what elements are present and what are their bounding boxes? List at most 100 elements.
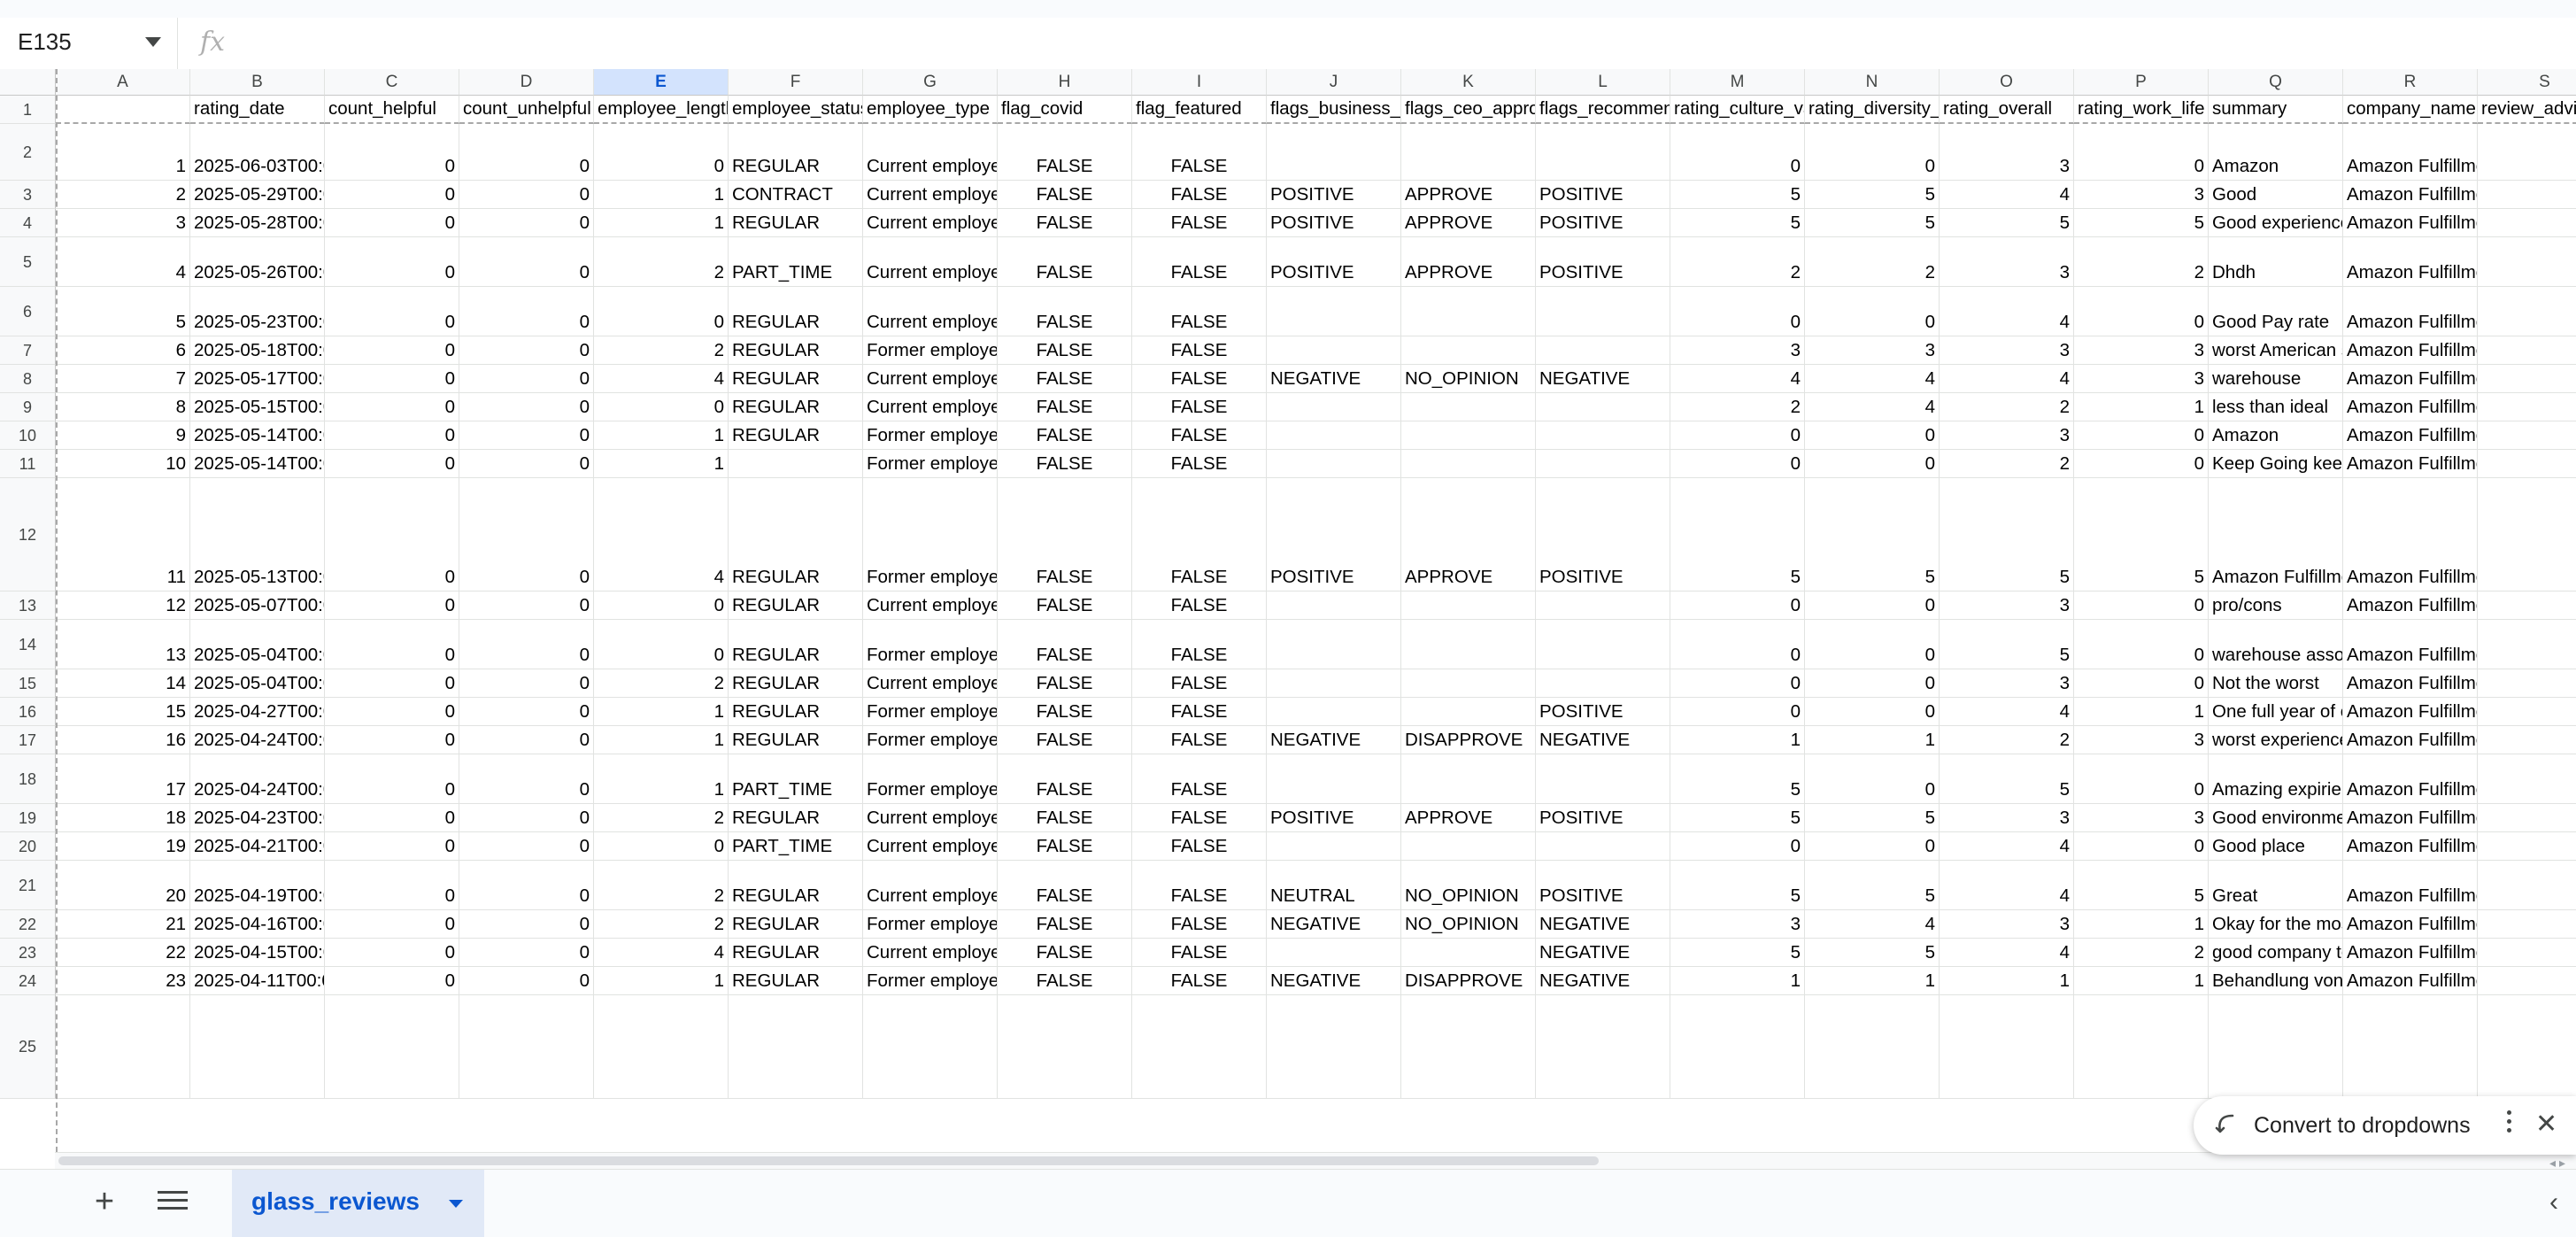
data-cell[interactable]: 4 xyxy=(1940,698,2074,726)
data-cell[interactable]: NEGATIVE xyxy=(1536,967,1670,995)
data-cell[interactable]: 2025-04-16T00:00 xyxy=(190,910,325,939)
data-cell[interactable]: 2025-05-18T00:00 xyxy=(190,336,325,365)
data-cell[interactable]: Amazon Fulfillment Center xyxy=(2343,591,2478,620)
data-cell[interactable]: 5 xyxy=(1805,861,1940,910)
data-cell[interactable]: FALSE xyxy=(1132,832,1267,861)
data-cell[interactable]: 0 xyxy=(1670,620,1805,669)
data-cell[interactable]: 0 xyxy=(594,591,729,620)
data-cell[interactable]: FALSE xyxy=(1132,910,1267,939)
data-cell[interactable] xyxy=(1536,336,1670,365)
data-cell[interactable]: 0 xyxy=(1805,287,1940,336)
data-cell[interactable] xyxy=(1401,124,1536,181)
data-cell[interactable]: Amazon Fulfillment Center xyxy=(2343,287,2478,336)
data-cell[interactable]: FALSE xyxy=(998,124,1132,181)
data-cell[interactable]: 2025-04-19T00:00 xyxy=(190,861,325,910)
data-cell[interactable]: FALSE xyxy=(998,478,1132,591)
data-cell[interactable]: 5 xyxy=(1805,209,1940,237)
data-cell[interactable]: FALSE xyxy=(1132,698,1267,726)
data-cell[interactable]: CONTRACT xyxy=(729,181,863,209)
data-cell[interactable] xyxy=(1267,754,1401,804)
data-cell[interactable]: FALSE xyxy=(998,591,1132,620)
data-cell[interactable]: 6 xyxy=(56,336,190,365)
data-cell[interactable]: warehouse xyxy=(2209,365,2343,393)
data-cell[interactable]: 0 xyxy=(594,287,729,336)
data-cell[interactable]: 17 xyxy=(56,754,190,804)
data-cell[interactable]: 2025-06-03T00:00 xyxy=(190,124,325,181)
data-cell[interactable]: 2 xyxy=(1670,237,1805,287)
select-all-corner[interactable] xyxy=(0,69,56,96)
data-cell[interactable]: REGULAR xyxy=(729,421,863,450)
data-cell[interactable]: 0 xyxy=(325,478,459,591)
row-header-5[interactable]: 5 xyxy=(0,237,56,287)
data-cell[interactable]: 19 xyxy=(56,832,190,861)
row-header-17[interactable]: 17 xyxy=(0,726,56,754)
data-cell[interactable]: 0 xyxy=(1805,669,1940,698)
data-cell[interactable]: 3 xyxy=(1670,910,1805,939)
data-cell[interactable]: 13 xyxy=(56,620,190,669)
row-header-10[interactable]: 10 xyxy=(0,421,56,450)
data-cell[interactable] xyxy=(863,995,998,1099)
data-cell[interactable]: 5 xyxy=(2074,478,2209,591)
data-cell[interactable]: 22 xyxy=(56,939,190,967)
data-cell[interactable]: 2 xyxy=(594,237,729,287)
data-cell[interactable]: 0 xyxy=(1670,591,1805,620)
data-cell[interactable]: REGULAR xyxy=(729,861,863,910)
header-cell[interactable]: count_unhelpful xyxy=(459,96,594,124)
data-cell[interactable]: 3 xyxy=(1940,669,2074,698)
data-cell[interactable] xyxy=(1267,336,1401,365)
data-cell[interactable]: 5 xyxy=(1670,754,1805,804)
data-cell[interactable]: Former employee xyxy=(863,450,998,478)
data-cell[interactable] xyxy=(2478,995,2576,1099)
data-cell[interactable]: 0 xyxy=(1805,124,1940,181)
data-cell[interactable]: 0 xyxy=(459,620,594,669)
convert-to-dropdowns-toast[interactable]: Convert to dropdowns ✕ xyxy=(2194,1096,2576,1155)
data-cell[interactable]: Amazon Fulfillment Center xyxy=(2343,393,2478,421)
data-cell[interactable]: FALSE xyxy=(1132,754,1267,804)
data-cell[interactable]: Former employee xyxy=(863,336,998,365)
data-cell[interactable] xyxy=(325,995,459,1099)
data-cell[interactable]: 5 xyxy=(1670,181,1805,209)
data-cell[interactable]: REGULAR xyxy=(729,478,863,591)
data-cell[interactable] xyxy=(1536,421,1670,450)
data-cell[interactable] xyxy=(1536,124,1670,181)
data-cell[interactable] xyxy=(2478,237,2576,287)
data-cell[interactable]: Great xyxy=(2209,861,2343,910)
data-cell[interactable] xyxy=(1267,287,1401,336)
column-header-p[interactable]: P xyxy=(2074,69,2209,96)
data-cell[interactable]: Amazon xyxy=(2209,421,2343,450)
data-cell[interactable]: 3 xyxy=(2074,336,2209,365)
data-cell[interactable]: FALSE xyxy=(998,832,1132,861)
data-cell[interactable]: 3 xyxy=(2074,181,2209,209)
data-cell[interactable]: FALSE xyxy=(998,237,1132,287)
data-cell[interactable] xyxy=(2478,124,2576,181)
column-header-d[interactable]: D xyxy=(459,69,594,96)
data-cell[interactable]: 2025-05-14T00:00 xyxy=(190,421,325,450)
add-sheet-icon[interactable]: + xyxy=(87,1184,122,1219)
data-cell[interactable]: 5 xyxy=(2074,209,2209,237)
data-cell[interactable]: 3 xyxy=(1940,237,2074,287)
data-cell[interactable]: 2025-04-27T00:00 xyxy=(190,698,325,726)
data-cell[interactable]: 0 xyxy=(459,861,594,910)
data-cell[interactable]: 0 xyxy=(325,591,459,620)
data-cell[interactable]: 0 xyxy=(459,910,594,939)
column-header-r[interactable]: R xyxy=(2343,69,2478,96)
data-cell[interactable]: warehouse associate xyxy=(2209,620,2343,669)
data-cell[interactable]: 0 xyxy=(325,910,459,939)
data-cell[interactable]: FALSE xyxy=(998,365,1132,393)
data-cell[interactable]: 0 xyxy=(459,591,594,620)
data-cell[interactable]: Former employee xyxy=(863,620,998,669)
data-cell[interactable]: 0 xyxy=(459,804,594,832)
header-cell[interactable]: company_name xyxy=(2343,96,2478,124)
data-cell[interactable] xyxy=(1401,287,1536,336)
data-cell[interactable]: 16 xyxy=(56,726,190,754)
data-cell[interactable]: FALSE xyxy=(1132,237,1267,287)
data-cell[interactable]: 0 xyxy=(2074,832,2209,861)
data-cell[interactable]: 1 xyxy=(1670,967,1805,995)
data-cell[interactable]: FALSE xyxy=(1132,669,1267,698)
data-cell[interactable]: Current employee xyxy=(863,365,998,393)
data-cell[interactable]: POSITIVE xyxy=(1536,181,1670,209)
data-cell[interactable]: 0 xyxy=(1805,450,1940,478)
data-cell[interactable] xyxy=(1536,450,1670,478)
data-cell[interactable]: 1 xyxy=(2074,393,2209,421)
data-cell[interactable]: 5 xyxy=(1805,804,1940,832)
